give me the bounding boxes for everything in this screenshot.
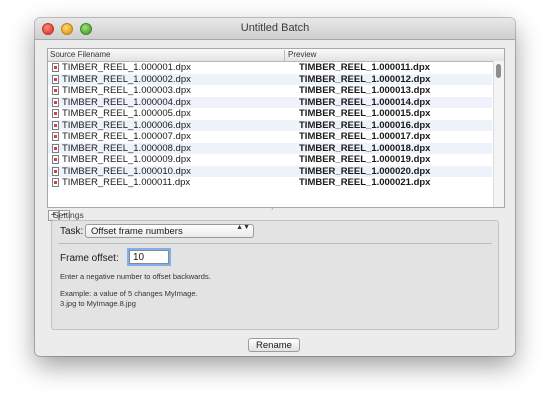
file-icon bbox=[52, 178, 59, 187]
source-filename: TIMBER_REEL_1.000005.dpx bbox=[62, 108, 191, 119]
column-header-source[interactable]: Source Filename bbox=[50, 50, 285, 61]
updown-arrows-icon: ▲▼ bbox=[236, 224, 250, 231]
preview-filename: TIMBER_REEL_1.000019.dpx bbox=[299, 154, 431, 165]
file-icon bbox=[52, 120, 59, 130]
column-header-preview[interactable]: Preview bbox=[288, 50, 316, 59]
table-row[interactable]: TIMBER_REEL_1.000001.dpx TIMBER_REEL_1.00… bbox=[48, 62, 492, 74]
file-table[interactable]: Source Filename Preview TIMBER_REEL_1.00… bbox=[47, 48, 505, 208]
window-title: Untitled Batch bbox=[240, 22, 310, 34]
rename-button[interactable]: Rename bbox=[248, 338, 300, 352]
table-body: TIMBER_REEL_1.000001.dpx TIMBER_REEL_1.00… bbox=[48, 62, 492, 207]
file-icon bbox=[52, 155, 59, 164]
preview-filename: TIMBER_REEL_1.000015.dpx bbox=[299, 108, 431, 119]
preview-filename: TIMBER_REEL_1.000020.dpx bbox=[299, 165, 431, 177]
file-icon bbox=[52, 132, 59, 141]
source-filename: TIMBER_REEL_1.000011.dpx bbox=[62, 177, 191, 188]
table-scrollbar[interactable] bbox=[493, 61, 504, 207]
source-filename: TIMBER_REEL_1.000007.dpx bbox=[62, 131, 191, 142]
table-row[interactable]: TIMBER_REEL_1.000006.dpx TIMBER_REEL_1.00… bbox=[48, 119, 492, 131]
source-filename: TIMBER_REEL_1.000010.dpx bbox=[62, 165, 191, 177]
frame-offset-input[interactable]: 10 bbox=[129, 250, 169, 264]
source-filename: TIMBER_REEL_1.000009.dpx bbox=[62, 154, 191, 165]
source-filename: TIMBER_REEL_1.000008.dpx bbox=[62, 142, 191, 154]
preview-filename: TIMBER_REEL_1.000017.dpx bbox=[299, 131, 431, 142]
settings-label: Settings bbox=[53, 210, 84, 220]
file-icon bbox=[52, 74, 59, 84]
frame-offset-label: Frame offset: bbox=[60, 253, 119, 264]
source-filename: TIMBER_REEL_1.000002.dpx bbox=[62, 73, 191, 85]
table-row[interactable]: TIMBER_REEL_1.000011.dpx TIMBER_REEL_1.00… bbox=[48, 177, 492, 189]
settings-divider bbox=[58, 243, 492, 244]
batch-window: Untitled Batch Source Filename Preview T… bbox=[35, 18, 515, 356]
source-filename: TIMBER_REEL_1.000004.dpx bbox=[62, 96, 191, 108]
task-label: Task: bbox=[60, 226, 84, 237]
offset-hint-text: Enter a negative number to offset backwa… bbox=[60, 272, 211, 281]
example-line-2: 3.jpg to MyImage.8.jpg bbox=[60, 298, 136, 308]
table-header: Source Filename Preview bbox=[48, 49, 504, 62]
table-row[interactable]: TIMBER_REEL_1.000010.dpx TIMBER_REEL_1.00… bbox=[48, 165, 492, 177]
preview-filename: TIMBER_REEL_1.000011.dpx bbox=[299, 62, 430, 73]
file-icon bbox=[52, 97, 59, 107]
example-line-1: Example: a value of 5 changes MyImage. bbox=[60, 289, 198, 298]
table-row[interactable]: TIMBER_REEL_1.000003.dpx TIMBER_REEL_1.00… bbox=[48, 85, 492, 97]
table-row[interactable]: TIMBER_REEL_1.000005.dpx TIMBER_REEL_1.00… bbox=[48, 108, 492, 120]
source-filename: TIMBER_REEL_1.000006.dpx bbox=[62, 119, 191, 131]
preview-filename: TIMBER_REEL_1.000021.dpx bbox=[299, 177, 431, 188]
file-icon bbox=[52, 109, 59, 118]
preview-filename: TIMBER_REEL_1.000016.dpx bbox=[299, 119, 431, 131]
file-icon bbox=[52, 166, 59, 176]
source-filename: TIMBER_REEL_1.000001.dpx bbox=[62, 62, 191, 73]
split-handle-icon[interactable]: ˰ bbox=[271, 201, 274, 210]
preview-filename: TIMBER_REEL_1.000012.dpx bbox=[299, 73, 431, 85]
preview-filename: TIMBER_REEL_1.000014.dpx bbox=[299, 96, 431, 108]
title-bar[interactable]: Untitled Batch bbox=[35, 18, 515, 40]
table-row[interactable]: TIMBER_REEL_1.000007.dpx TIMBER_REEL_1.00… bbox=[48, 131, 492, 143]
task-select-value: Offset frame numbers bbox=[91, 226, 183, 237]
table-row[interactable]: TIMBER_REEL_1.000002.dpx TIMBER_REEL_1.00… bbox=[48, 73, 492, 85]
file-icon bbox=[52, 86, 59, 95]
table-row[interactable]: TIMBER_REEL_1.000009.dpx TIMBER_REEL_1.00… bbox=[48, 154, 492, 166]
scrollbar-thumb[interactable] bbox=[496, 64, 501, 78]
preview-filename: TIMBER_REEL_1.000018.dpx bbox=[299, 142, 431, 154]
table-row[interactable]: TIMBER_REEL_1.000008.dpx TIMBER_REEL_1.00… bbox=[48, 142, 492, 154]
table-row[interactable]: TIMBER_REEL_1.000004.dpx TIMBER_REEL_1.00… bbox=[48, 96, 492, 108]
source-filename: TIMBER_REEL_1.000003.dpx bbox=[62, 85, 191, 96]
example-text: Example: a value of 5 changes MyImage. 3… bbox=[60, 289, 280, 308]
task-select[interactable]: Offset frame numbers ▲▼ bbox=[85, 224, 254, 238]
file-icon bbox=[52, 63, 59, 72]
file-icon bbox=[52, 143, 59, 153]
settings-panel: Task: Offset frame numbers ▲▼ Frame offs… bbox=[51, 220, 499, 330]
preview-filename: TIMBER_REEL_1.000013.dpx bbox=[299, 85, 431, 96]
